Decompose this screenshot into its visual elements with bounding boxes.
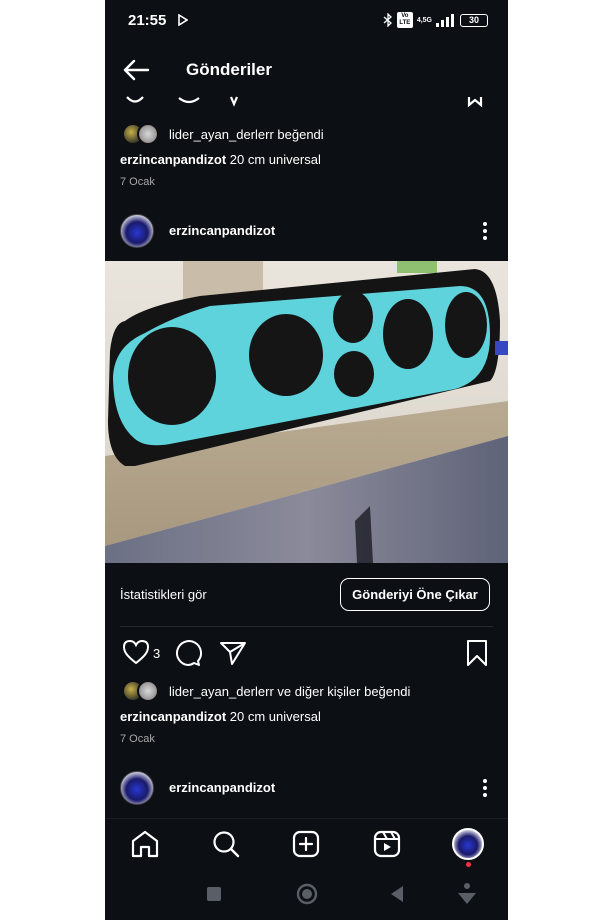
phone-screen: 21:55 Vo LTE 4,5G 30 Gönderiler lider_ay… [105, 0, 508, 920]
accessibility-button[interactable] [456, 882, 478, 906]
post-header: erzincanpandizot [105, 211, 508, 251]
notification-dot [466, 862, 471, 867]
avatar [137, 680, 159, 702]
liker-username[interactable]: lider_ayan_derlerr [169, 684, 274, 699]
page-title: Gönderiler [186, 60, 272, 79]
post-date: 7 Ocak [120, 176, 155, 188]
recents-button[interactable] [206, 886, 222, 902]
post-image[interactable] [105, 261, 508, 563]
more-options-icon[interactable] [482, 221, 488, 241]
home-button[interactable] [296, 883, 318, 905]
back-arrow-icon[interactable] [121, 58, 151, 82]
home-icon[interactable] [130, 829, 160, 859]
profile-avatar[interactable] [452, 828, 484, 860]
avatar[interactable] [120, 214, 154, 248]
like-count[interactable]: 3 [153, 646, 160, 661]
caption-username[interactable]: erzincanpandizot [120, 152, 226, 167]
create-post-icon[interactable] [291, 829, 321, 859]
bottom-nav [105, 818, 508, 868]
view-insights-link[interactable]: İstatistikleri gör [120, 587, 207, 602]
status-icons: Vo LTE 4,5G 30 [383, 12, 488, 28]
avatar [137, 123, 159, 145]
bluetooth-icon [383, 13, 392, 27]
avatar[interactable] [120, 771, 154, 805]
caption-text: 20 cm universal [226, 152, 321, 167]
post-caption: erzincanpandizot 20 cm universal [120, 709, 321, 724]
heart-icon[interactable] [122, 639, 150, 665]
search-icon[interactable] [211, 829, 241, 859]
status-bar: 21:55 Vo LTE 4,5G 30 [105, 0, 508, 40]
back-button[interactable] [389, 885, 405, 903]
post-date: 7 Ocak [120, 733, 155, 745]
liked-by-text[interactable]: lider_ayan_derlerr beğendi [169, 127, 324, 142]
reels-icon[interactable] [372, 829, 402, 859]
share-icon[interactable] [219, 640, 247, 666]
signal-icon [436, 13, 454, 27]
liked-by-text[interactable]: lider_ayan_derlerr ve diğer kişiler beğe… [169, 684, 410, 699]
status-time: 21:55 [128, 12, 167, 29]
play-icon [178, 14, 188, 26]
post-caption: erzincanpandizot 20 cm universal [120, 152, 321, 167]
save-bookmark-icon[interactable] [465, 639, 489, 667]
comment-icon[interactable] [174, 639, 202, 667]
liked-suffix: beğendi [273, 127, 324, 142]
volte-indicator: Vo LTE [396, 12, 413, 28]
post-header: erzincanpandizot [105, 768, 508, 808]
post-username[interactable]: erzincanpandizot [169, 780, 275, 795]
more-options-icon[interactable] [482, 778, 488, 798]
prev-post-actions-clipped [126, 96, 483, 108]
caption-text: 20 cm universal [226, 709, 321, 724]
liker-username[interactable]: lider_ayan_derlerr [169, 127, 274, 142]
post-actions: 3 [105, 638, 508, 668]
post-username[interactable]: erzincanpandizot [169, 223, 275, 238]
system-nav-bar [105, 868, 508, 920]
caption-username[interactable]: erzincanpandizot [120, 709, 226, 724]
liker-avatars[interactable] [122, 680, 160, 704]
liked-suffix: ve diğer kişiler beğendi [273, 684, 411, 699]
battery-indicator: 30 [460, 13, 488, 27]
network-type: 4,5G [416, 16, 432, 24]
divider [120, 626, 493, 627]
liker-avatars[interactable] [122, 123, 160, 147]
boost-post-button[interactable]: Gönderiyi Öne Çıkar [340, 578, 490, 611]
